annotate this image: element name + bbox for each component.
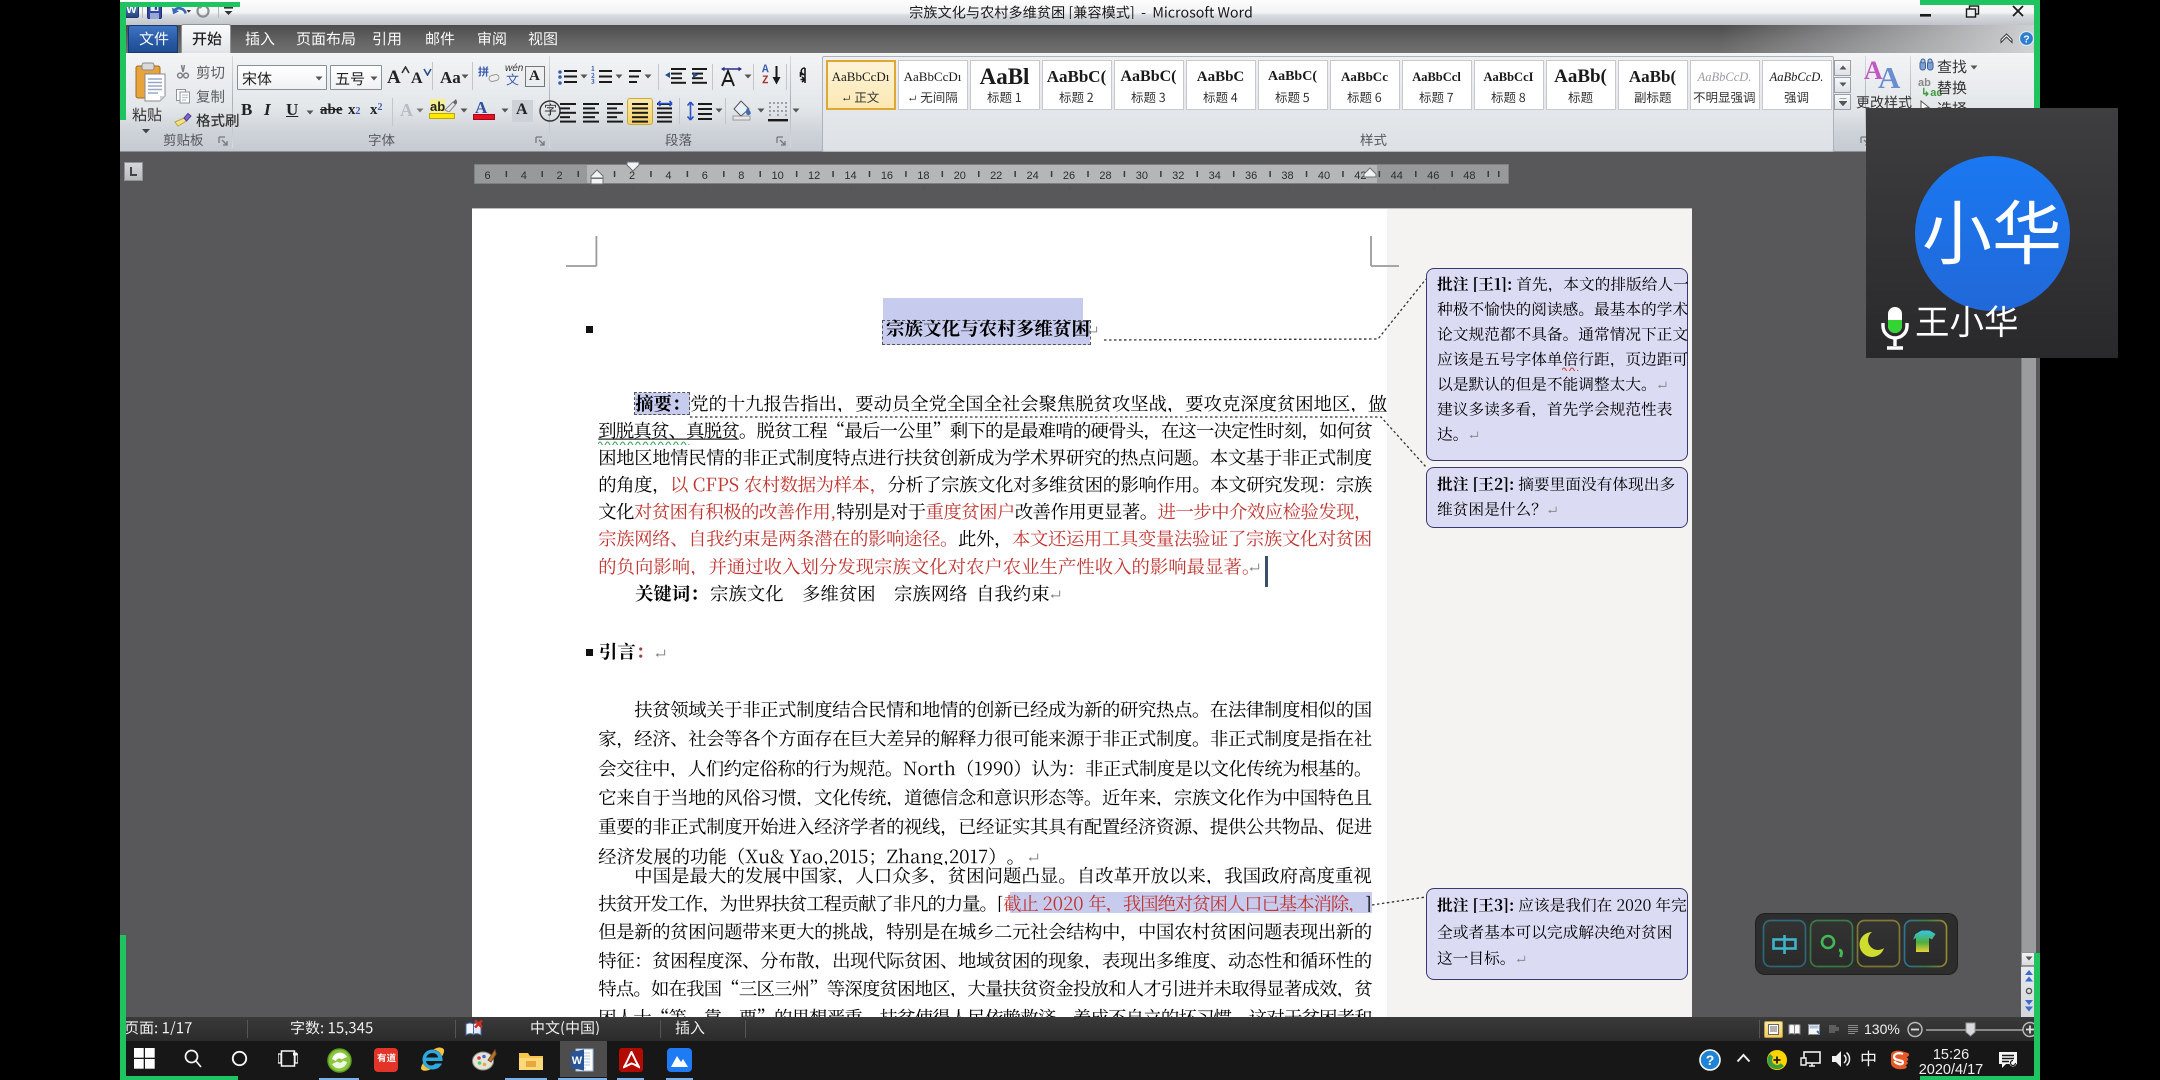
svg-text:?: ? xyxy=(1706,1052,1715,1068)
svg-text:W: W xyxy=(572,1055,583,1067)
